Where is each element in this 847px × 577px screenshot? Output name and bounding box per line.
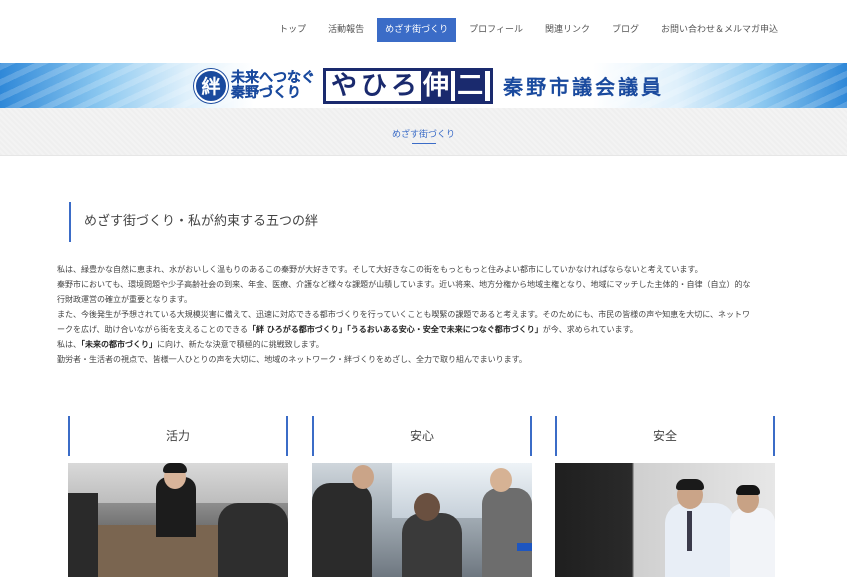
intro-line: 行財政運営の確立が重要となります。: [57, 295, 192, 304]
header-banner[interactable]: 絆 未来へつなぐ 秦野づくり や ひ ろ 伸 二 秦野市議会議員: [0, 63, 847, 108]
logo-tagline: 未来へつなぐ 秦野づくり: [231, 69, 315, 101]
photo-armband: [517, 543, 532, 551]
photo-person-head: [490, 468, 512, 492]
photo-person-head: [414, 493, 440, 521]
photo-person: [482, 488, 532, 577]
section-heading: めざす街づくり・私が約束する五つの絆: [69, 202, 318, 242]
intro-emphasis: 「絆 ひろがる都市づくり」「うるおいある安心・安全で未来につなぐ都市づくり」: [247, 325, 543, 334]
nav-item-contact[interactable]: お問い合わせ＆メルマガ申込: [652, 18, 787, 42]
card-title[interactable]: 安心: [312, 416, 532, 456]
photo-person-hair: [736, 485, 760, 495]
photo-person: [218, 503, 288, 577]
name-char: ひ: [361, 70, 388, 101]
section-heading-text: めざす街づくり・私が約束する五つの絆: [84, 214, 319, 229]
intro-line: 私は、「未来の都市づくり」に向け、新たな決意で積極的に挑戦致します。: [57, 337, 787, 352]
intro-text-span: に向け、新たな決意で積極的に挑戦致します。: [157, 340, 324, 349]
card-photo[interactable]: [555, 463, 775, 577]
title-underline: [412, 143, 436, 144]
candidate-title: 秦野市議会議員: [503, 75, 665, 99]
name-char: や: [331, 70, 358, 101]
intro-line: 私は、緑豊かな自然に恵まれ、水がおいしく温もりのあるこの秦野が大好きです。そして…: [57, 265, 703, 274]
nav-item-blog[interactable]: ブログ: [603, 18, 648, 42]
photo-person-hair: [163, 463, 187, 473]
candidate-name: や ひ ろ 伸 二: [323, 67, 494, 104]
nav-item-top[interactable]: トップ: [270, 18, 315, 42]
card-security[interactable]: 安心: [312, 416, 532, 577]
card-title[interactable]: 活力: [68, 416, 288, 456]
kizuna-emblem: 絆: [194, 68, 228, 103]
site-logo[interactable]: 絆 未来へつなぐ 秦野づくり や ひ ろ 伸 二 秦野市議会議員: [194, 67, 664, 104]
page-title-bar: めざす街づくり: [0, 108, 847, 156]
nav-item-activity-report[interactable]: 活動報告: [319, 18, 373, 42]
nav-item-links[interactable]: 関連リンク: [536, 18, 599, 42]
tagline-line1: 未来へつなぐ: [231, 69, 315, 86]
intro-line: ークを広げ、助け合いながら街を支えることのできる「絆 ひろがる都市づくり」「うる…: [57, 322, 787, 337]
intro-line: また、今後発生が予想されている大規模災害に備えて、迅速に対応できる都市づくりを行…: [57, 310, 751, 319]
photo-person: [312, 483, 372, 577]
page-title: めざす街づくり: [391, 130, 455, 140]
photo-person-head: [352, 465, 374, 489]
photo-person: [68, 493, 98, 577]
card-safety[interactable]: 安全: [555, 416, 775, 577]
name-char: 伸: [421, 70, 452, 101]
intro-text-span: 私は、: [57, 340, 81, 349]
intro-text-span: が今、求められています。: [542, 325, 638, 334]
card-photo[interactable]: [68, 463, 288, 577]
top-nav: トップ 活動報告 めざす街づくり プロフィール 関連リンク ブログ お問い合わせ…: [0, 0, 847, 62]
name-char: ろ: [391, 70, 418, 101]
card-title[interactable]: 安全: [555, 416, 775, 456]
intro-emphasis: 「未来の都市づくり」: [81, 340, 157, 349]
intro-text: 私は、緑豊かな自然に恵まれ、水がおいしく温もりのあるこの秦野が大好きです。そして…: [57, 262, 787, 367]
name-char: 二: [455, 70, 486, 101]
card-vitality[interactable]: 活力: [68, 416, 288, 577]
photo-person-hair: [676, 479, 704, 490]
photo-person: [402, 513, 462, 577]
tagline-line2: 秦野づくり: [231, 84, 301, 101]
nav-item-profile[interactable]: プロフィール: [460, 18, 532, 42]
nav-item-town-planning[interactable]: めざす街づくり: [377, 18, 457, 42]
card-photo[interactable]: [312, 463, 532, 577]
intro-line: 勤労者・生活者の視点で、皆様一人ひとりの声を大切に、地域のネットワーク・絆づくり…: [57, 355, 527, 364]
intro-line: 秦野市においても、環境問題や少子高齢社会の到来、年金、医療、介護など様々な課題が…: [57, 280, 751, 289]
photo-tie: [687, 511, 692, 551]
photo-person: [730, 508, 775, 577]
photo-person: [665, 503, 735, 577]
nav-list: トップ 活動報告 めざす街づくり プロフィール 関連リンク ブログ お問い合わせ…: [266, 18, 787, 42]
intro-text-span: ークを広げ、助け合いながら街を支えることのできる: [57, 325, 248, 334]
